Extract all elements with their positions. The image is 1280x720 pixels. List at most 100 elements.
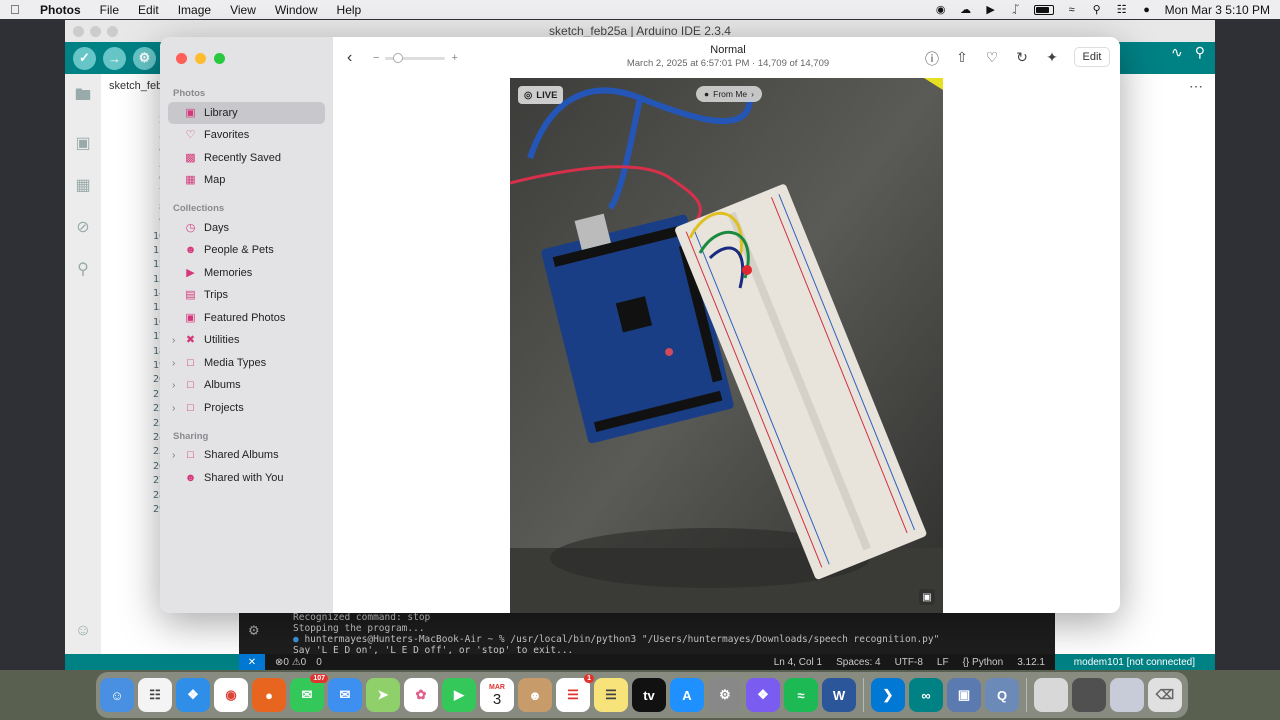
- sidebar-item-map[interactable]: ▦ Map: [168, 169, 325, 191]
- language-mode[interactable]: {} Python: [963, 657, 1004, 668]
- play-icon[interactable]: ▶: [984, 4, 998, 16]
- debug-button[interactable]: ⚙: [133, 46, 156, 70]
- heart-icon[interactable]: ♡: [984, 49, 1000, 69]
- menu-app-name[interactable]: Photos: [40, 3, 81, 17]
- arduino-icon[interactable]: ∞: [909, 678, 943, 712]
- cloud-icon[interactable]: ☁: [959, 4, 973, 16]
- calendar-icon[interactable]: MAR 3: [480, 678, 514, 712]
- sidebar-item-people-pets[interactable]: ☻ People & Pets: [168, 239, 325, 261]
- sketch-tab[interactable]: sketch_feb: [109, 80, 162, 92]
- maps-icon[interactable]: ➤: [366, 678, 400, 712]
- sidebar-item-trips[interactable]: ▤ Trips: [168, 284, 325, 306]
- sidebar-item-favorites[interactable]: ♡ Favorites: [168, 124, 325, 146]
- system-settings-icon[interactable]: ⚙: [708, 678, 742, 712]
- trash-icon[interactable]: ⌫: [1148, 678, 1182, 712]
- from-me-badge[interactable]: ● From Me ›: [696, 86, 762, 102]
- bluetooth-icon[interactable]: ᛢ: [1009, 4, 1023, 16]
- control-center-icon[interactable]: ☷: [1115, 4, 1129, 16]
- python-version[interactable]: 3.12.1: [1017, 657, 1045, 668]
- menu-help[interactable]: Help: [337, 3, 362, 17]
- messages-icon[interactable]: ✉ 107: [290, 674, 328, 712]
- serial-monitor-icon[interactable]: ⚲: [1195, 44, 1205, 61]
- recent-window-thumb-icon[interactable]: [1072, 678, 1106, 712]
- fullscreen-icon[interactable]: [214, 53, 225, 64]
- encoding[interactable]: UTF-8: [895, 657, 923, 668]
- info-icon[interactable]: ⓘ: [924, 49, 940, 69]
- remote-icon[interactable]: ✕: [239, 654, 265, 670]
- share-icon[interactable]: ⇧: [954, 49, 970, 69]
- zoom-icon[interactable]: [107, 26, 118, 37]
- battery-icon[interactable]: [1033, 4, 1054, 15]
- close-icon[interactable]: [176, 53, 187, 64]
- sidebar-item-featured-photos[interactable]: ▣ Featured Photos: [168, 307, 325, 329]
- ports-count[interactable]: 0: [316, 657, 322, 668]
- wifi-icon[interactable]: ≈: [1065, 4, 1079, 16]
- sidebar-item-albums[interactable]: › □ Albums: [168, 374, 325, 396]
- library-icon[interactable]: ▦: [75, 175, 90, 195]
- spotify-icon[interactable]: ≈: [784, 678, 818, 712]
- sidebar-item-utilities[interactable]: › ✖ Utilities: [168, 329, 325, 351]
- word-icon[interactable]: W: [822, 678, 856, 712]
- back-chevron-icon[interactable]: ‹: [347, 49, 352, 67]
- eol[interactable]: LF: [937, 657, 949, 668]
- live-badge[interactable]: ◎ LIVE: [518, 86, 564, 104]
- serial-plotter-icon[interactable]: ∿: [1171, 44, 1183, 61]
- facetime-icon[interactable]: ▶: [442, 678, 476, 712]
- chevron-right-icon[interactable]: ›: [172, 450, 175, 461]
- gear-icon[interactable]: ⚙: [249, 622, 267, 642]
- zoom-in-icon[interactable]: +: [451, 52, 457, 64]
- sidebar-item-media-types[interactable]: › □ Media Types: [168, 352, 325, 374]
- arduino-port-status[interactable]: modem101 [not connected]: [1055, 654, 1215, 670]
- chevron-right-icon[interactable]: ›: [172, 358, 175, 369]
- sidebar-item-shared-with-you[interactable]: ☻ Shared with You: [168, 467, 325, 489]
- mail-icon[interactable]: ✉: [328, 678, 362, 712]
- sidebar-item-library[interactable]: ▣ Library: [168, 102, 325, 124]
- spotlight-icon[interactable]: ⚲: [1090, 4, 1104, 16]
- sidebar-item-days[interactable]: ◷ Days: [168, 217, 325, 239]
- chevron-right-icon[interactable]: ›: [172, 335, 175, 346]
- cursor-position[interactable]: Ln 4, Col 1: [774, 657, 822, 668]
- edit-button[interactable]: Edit: [1074, 47, 1110, 67]
- zoom-track[interactable]: [385, 52, 446, 63]
- zoom-knob[interactable]: [393, 52, 404, 63]
- account-icon[interactable]: ☺: [75, 622, 91, 640]
- terminal-panel[interactable]: ⚙ Recognized command: stop Stopping the …: [239, 612, 1055, 654]
- search-icon[interactable]: ⚲: [77, 259, 89, 279]
- vscode-icon[interactable]: ❯: [871, 678, 905, 712]
- chevron-right-icon[interactable]: ›: [172, 380, 175, 391]
- menu-image[interactable]: Image: [178, 3, 211, 17]
- close-icon[interactable]: [73, 26, 84, 37]
- minimize-icon[interactable]: [90, 26, 101, 37]
- verify-button[interactable]: ✓: [73, 46, 96, 70]
- notes-icon[interactable]: ☰: [594, 678, 628, 712]
- upload-button[interactable]: →: [103, 46, 126, 70]
- folder-icon[interactable]: 🖿: [75, 84, 91, 111]
- finder-icon[interactable]: ☺: [100, 678, 134, 712]
- sidebar-item-projects[interactable]: › □ Projects: [168, 397, 325, 419]
- launchpad-icon[interactable]: ☷: [138, 678, 172, 712]
- preview-icon[interactable]: ▣: [947, 678, 981, 712]
- minimize-icon[interactable]: [195, 53, 206, 64]
- rotate-icon[interactable]: ↻: [1014, 49, 1030, 69]
- recent-window-thumb-icon[interactable]: [1110, 678, 1144, 712]
- menu-window[interactable]: Window: [275, 3, 318, 17]
- sidebar-item-memories[interactable]: ▶ Memories: [168, 262, 325, 284]
- photo-image[interactable]: ◎ LIVE ● From Me › ▣: [510, 78, 943, 613]
- apple-icon[interactable]: : [10, 2, 24, 17]
- visual-lookup-icon[interactable]: ▣: [919, 589, 935, 605]
- firefox-icon[interactable]: ●: [252, 678, 286, 712]
- clock[interactable]: Mon Mar 3 5:10 PM: [1165, 3, 1270, 17]
- problems-count[interactable]: ⊗0 ⚠0: [275, 657, 306, 668]
- chrome-icon[interactable]: ◉: [214, 678, 248, 712]
- siri-icon[interactable]: ●: [1140, 4, 1154, 16]
- menu-edit[interactable]: Edit: [138, 3, 159, 17]
- photos-icon[interactable]: ✿: [404, 678, 438, 712]
- debug-icon[interactable]: ⊘: [76, 217, 89, 237]
- quicktime-icon[interactable]: Q: [985, 678, 1019, 712]
- indent-setting[interactable]: Spaces: 4: [836, 657, 880, 668]
- recent-window-thumb-icon[interactable]: [1034, 678, 1068, 712]
- contacts-icon[interactable]: ☻: [518, 678, 552, 712]
- safari-icon[interactable]: ❖: [176, 678, 210, 712]
- zoom-out-icon[interactable]: −: [373, 52, 379, 64]
- apple-tv-icon[interactable]: tv: [632, 678, 666, 712]
